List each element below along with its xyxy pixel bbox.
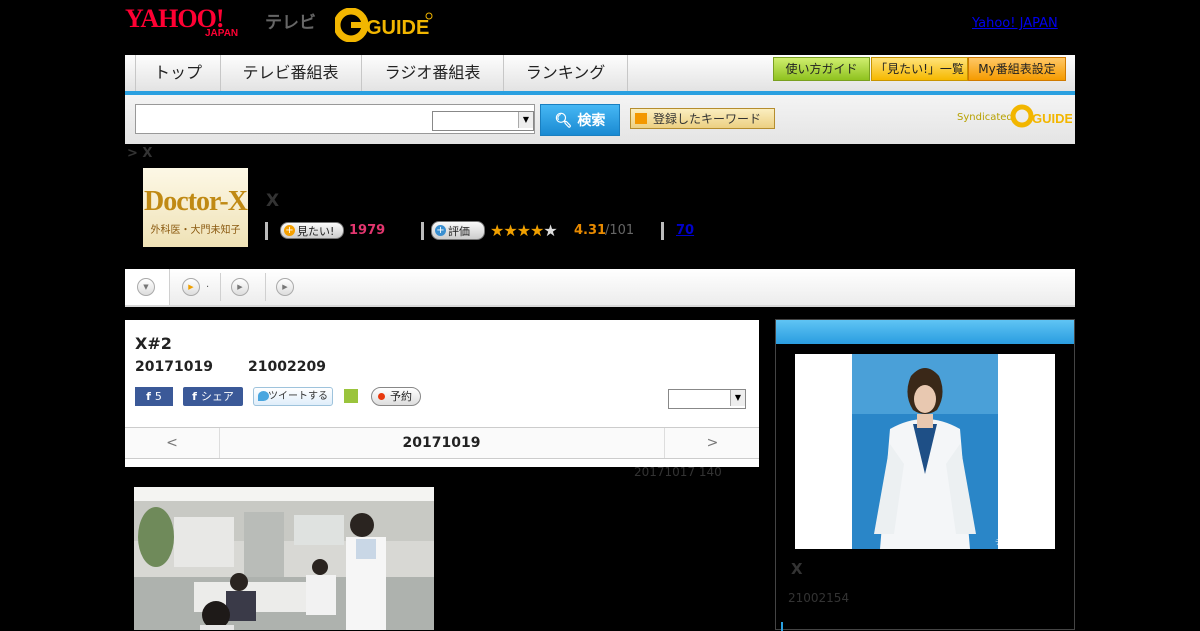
facebook-icon: f xyxy=(146,390,151,403)
facebook-share-label: シェア xyxy=(200,390,234,403)
tab-cast[interactable]: ▶ xyxy=(221,269,265,305)
facebook-count-value: 5 xyxy=(154,390,162,403)
mitai-button-label: 見たい! xyxy=(297,225,335,238)
tab-tv-guide[interactable]: テレビ番組表 xyxy=(220,55,362,91)
chevron-down-icon: ▼ xyxy=(730,390,745,406)
episode-scene-photo[interactable] xyxy=(134,487,434,630)
episode-title: X#2 xyxy=(135,334,172,353)
rating-button-label: 評価 xyxy=(448,225,470,238)
program-thumbnail[interactable]: Doctor-X 外科医・大門未知子 xyxy=(143,168,248,247)
reserve-button[interactable]: 予約 xyxy=(371,387,421,406)
gguide-logo-text: GUIDE xyxy=(366,17,429,39)
search-category-select[interactable]: ▼ xyxy=(432,111,534,131)
cast-side-panel: テレビ朝日 X 21002154 xyxy=(775,319,1075,631)
tv-logo-text[interactable]: テレビ xyxy=(265,8,316,33)
tab-episodes-dot: . xyxy=(206,279,210,290)
rating-button[interactable]: + 評価 xyxy=(431,221,485,240)
yahoo-japan-link[interactable]: Yahoo! JAPAN xyxy=(972,16,1058,31)
episode-panel: X#2 20171019 21002209 f5 f シェア ツイートする 予約 … xyxy=(125,320,759,467)
twitter-bird-icon xyxy=(258,391,269,401)
program-thumbnail-subtitle: 外科医・大門未知子 xyxy=(150,225,241,236)
program-tabs: ▼ ▶ . ▶ ▶ xyxy=(125,269,1075,307)
pager-next-button[interactable]: > xyxy=(664,428,760,458)
arrow-down-icon xyxy=(635,113,647,124)
yahoo-japan-logo-text: JAPAN xyxy=(205,28,239,39)
tab-overview[interactable]: ▼ xyxy=(125,269,170,305)
episode-pager: < 20171019 > xyxy=(125,427,759,459)
review-count-link[interactable]: 70 xyxy=(676,223,694,238)
reserve-label: 予約 xyxy=(390,390,412,403)
my-settings-button[interactable]: My番組表設定 xyxy=(968,57,1066,81)
star-icon: ★ xyxy=(503,221,517,240)
play-icon: ▶ xyxy=(231,278,249,296)
tweet-label: ツイートする xyxy=(268,391,328,402)
rating-value: 4.31 xyxy=(574,223,607,238)
tab-reviews[interactable]: ▶ xyxy=(266,269,310,305)
tweet-button[interactable]: ツイートする xyxy=(253,387,333,406)
tab-top[interactable]: トップ xyxy=(135,55,221,91)
search-button-label: 検索 xyxy=(577,113,606,129)
registered-keyword-button[interactable]: 登録したキーワード xyxy=(630,108,775,129)
divider xyxy=(421,222,424,240)
rating-stars: ★★★★★ xyxy=(490,221,558,240)
episode-select[interactable]: ▼ xyxy=(668,389,746,409)
tab-radio-guide[interactable]: ラジオ番組表 xyxy=(362,55,504,91)
rating-count: /101 xyxy=(605,223,635,238)
episode-id: 21002209 xyxy=(248,359,326,375)
program-title: X xyxy=(266,191,280,211)
calendar-add-icon[interactable] xyxy=(344,389,358,403)
search-bar: ▼ 🔍︎ 検索 登録したキーワード Syndicated GUIDE xyxy=(125,95,1075,144)
divider xyxy=(661,222,664,240)
chevron-down-icon: ▼ xyxy=(518,112,533,128)
play-icon: ▶ xyxy=(182,278,200,296)
main-nav: トップ テレビ番組表 ラジオ番組表 ランキング 使い方ガイド 「見たい!」一覧 … xyxy=(125,55,1075,95)
pager-prev-button[interactable]: < xyxy=(125,428,220,458)
star-icon: ★ xyxy=(516,221,531,240)
mitai-count: 1979 xyxy=(349,223,386,238)
star-icon: ★ xyxy=(490,221,504,240)
syndicated-gguide-logo: GUIDE xyxy=(1010,103,1074,128)
syndicated-text: Syndicated xyxy=(957,112,1013,123)
star-icon: ★ xyxy=(530,221,544,240)
episode-note: 20171017 140 xyxy=(634,465,722,479)
photo-caption: テレビ朝日 xyxy=(995,537,1030,546)
registered-keyword-label: 登録したキーワード xyxy=(653,112,762,126)
facebook-like-count[interactable]: f5 xyxy=(135,387,173,406)
cast-id: 21002154 xyxy=(788,591,850,605)
play-icon: ▶ xyxy=(276,278,294,296)
cast-name: X xyxy=(791,560,803,578)
plus-icon: + xyxy=(284,225,295,236)
syndicated-logo-text: GUIDE xyxy=(1032,111,1072,126)
cast-photo[interactable]: テレビ朝日 xyxy=(795,354,1055,549)
star-icon: ★ xyxy=(543,221,557,240)
facebook-icon: f xyxy=(192,390,197,403)
guide-button[interactable]: 使い方ガイド xyxy=(773,57,870,81)
side-panel-header xyxy=(776,320,1074,344)
tab-episodes[interactable]: ▶ . xyxy=(170,269,220,305)
search-icon: 🔍︎ xyxy=(554,113,573,129)
divider xyxy=(265,222,268,240)
program-thumbnail-title: Doctor-X xyxy=(144,186,248,217)
mitai-list-button[interactable]: 「見たい!」一覧 xyxy=(871,57,968,81)
facebook-share-button[interactable]: f シェア xyxy=(183,387,243,406)
tab-ranking[interactable]: ランキング xyxy=(504,55,628,91)
search-button[interactable]: 🔍︎ 検索 xyxy=(540,104,620,136)
gguide-logo[interactable]: GUIDE xyxy=(333,7,433,43)
chevron-down-icon: ▼ xyxy=(137,278,155,296)
pager-current-date: 20171019 xyxy=(402,435,481,451)
plus-icon: + xyxy=(435,225,446,236)
mitai-button[interactable]: + 見たい! xyxy=(280,222,344,239)
episode-date: 20171019 xyxy=(135,359,213,375)
breadcrumb[interactable]: > X xyxy=(127,146,152,161)
record-icon xyxy=(378,393,385,400)
